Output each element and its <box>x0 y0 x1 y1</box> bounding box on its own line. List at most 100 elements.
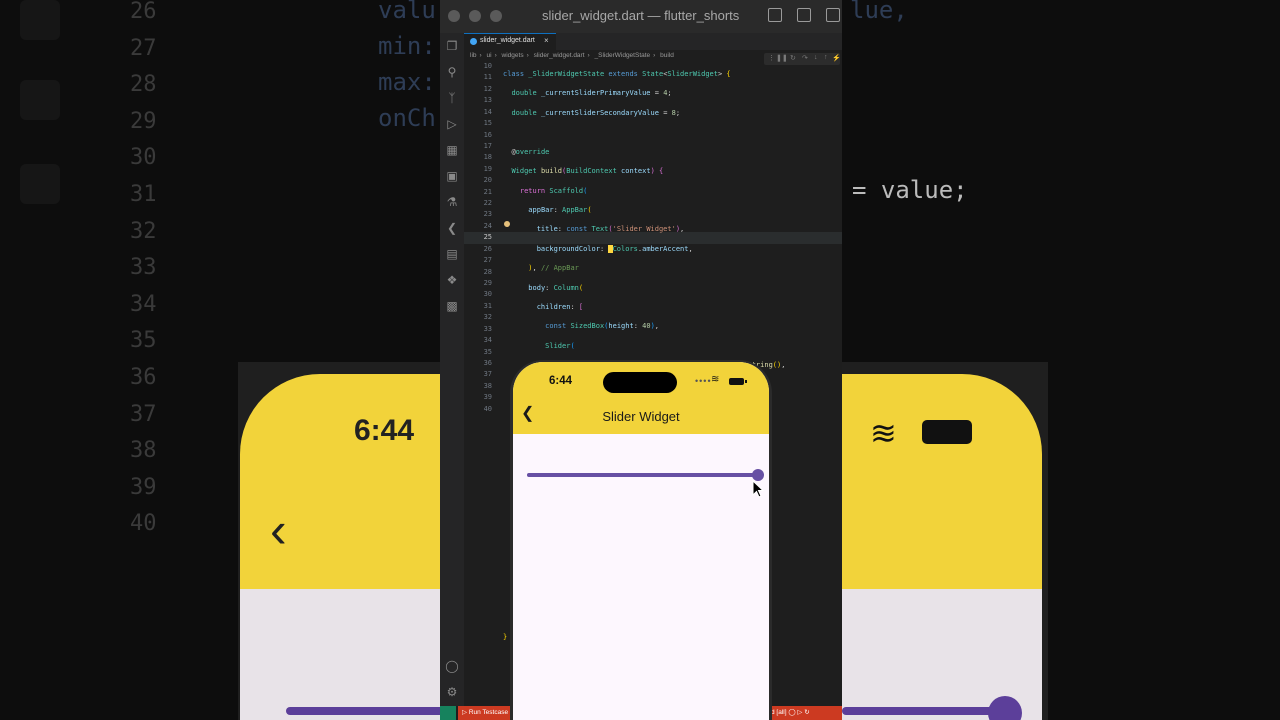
close-tab-icon[interactable]: × <box>544 36 549 45</box>
line-number: 40 <box>483 404 492 413</box>
background-line-number: 37 <box>130 401 157 427</box>
background-icon <box>20 0 60 40</box>
extensions-icon[interactable]: ▦ <box>445 143 459 157</box>
line-number-gutter: 10 11 12 13 14 15 16 17 18 19 20 21 22 23 24 25 26 27 28 29… <box>464 61 492 415</box>
background-line-number: 29 <box>130 108 157 134</box>
background-wifi-icon: ≋ <box>870 415 897 451</box>
editor-tab-bar: slider_widget.dart × <box>464 33 842 50</box>
line-number: 20 <box>483 176 492 185</box>
breadcrumb-separator: › <box>526 52 529 59</box>
background-line-number: 40 <box>130 511 157 537</box>
line-number: 18 <box>483 153 492 162</box>
account-icon[interactable]: ◯ <box>445 659 459 673</box>
wifi-icon: ≋ <box>711 374 720 385</box>
line-number: 24 <box>483 221 492 230</box>
line-number: 10 <box>483 62 492 70</box>
battery-icon <box>729 378 744 385</box>
toggle-sidebar-icon[interactable] <box>768 8 782 22</box>
tab-slider-widget[interactable]: slider_widget.dart × <box>464 33 556 50</box>
toggle-panel-icon[interactable] <box>797 8 811 22</box>
phone-screen: 6:44 •••• ≋ ❮ Slider Widget <box>513 362 769 720</box>
line-number: 15 <box>483 119 492 128</box>
background-line-number: 26 <box>130 0 157 24</box>
breadcrumb-item[interactable]: lib <box>470 52 477 59</box>
background-icon <box>20 164 60 204</box>
line-number: 12 <box>483 84 492 93</box>
dart-file-icon <box>470 38 477 45</box>
run-debug-icon[interactable]: ▷ <box>445 117 459 131</box>
background-code-fragment: min: <box>378 32 436 60</box>
activity-bar: ❐ ⚲ ᛉ ▷ ▦ ▣ ⚗ ❮ ▤ ❖ ▩ ◯ ⚙ <box>440 33 464 720</box>
step-into-icon[interactable]: ↓ <box>814 54 818 61</box>
line-number: 14 <box>483 107 492 116</box>
line-number: 28 <box>483 267 492 276</box>
outline-icon[interactable]: ▩ <box>445 299 459 313</box>
flutter-icon[interactable]: ❖ <box>445 273 459 287</box>
background-line-number: 35 <box>130 328 157 354</box>
settings-gear-icon[interactable]: ⚙ <box>445 685 459 699</box>
background-line-number: 31 <box>130 181 157 207</box>
tab-label: slider_widget.dart <box>480 37 535 44</box>
breadcrumb-item[interactable]: build <box>660 52 674 59</box>
title-bar: slider_widget.dart — flutter_shorts <box>440 0 842 33</box>
slider-active-track <box>527 473 758 477</box>
breadcrumb-item[interactable]: widgets <box>502 52 524 59</box>
battery-tip <box>745 380 747 383</box>
maximize-window-button[interactable] <box>490 10 502 22</box>
line-number: 33 <box>483 324 492 333</box>
slider[interactable] <box>527 466 764 486</box>
line-number: 16 <box>483 130 492 139</box>
background-code-fragment: max: <box>378 68 436 96</box>
minimize-window-button[interactable] <box>469 10 481 22</box>
line-number: 13 <box>483 96 492 105</box>
line-number: 36 <box>483 358 492 367</box>
explorer-icon[interactable]: ❐ <box>445 39 459 53</box>
line-number: 39 <box>483 393 492 402</box>
line-number: 32 <box>483 313 492 322</box>
breadcrumb-separator: › <box>479 52 482 59</box>
line-number: 35 <box>483 347 492 356</box>
breadcrumb-separator: › <box>587 52 590 59</box>
run-testcase-button[interactable]: ▷ Run Testcase <box>458 706 513 720</box>
background-code-fragment: = value; <box>852 176 968 204</box>
app-bar: 6:44 •••• ≋ ❮ Slider Widget <box>513 362 769 434</box>
step-out-icon[interactable]: ↑ <box>824 54 828 61</box>
source-control-icon[interactable]: ᛉ <box>445 91 459 105</box>
search-icon[interactable]: ⚲ <box>445 65 459 79</box>
code-editor[interactable]: 10 11 12 13 14 15 16 17 18 19 20 21 22 23 24 25 26 27 28 29… <box>464 61 842 641</box>
breadcrumb-item[interactable]: slider_widget.dart <box>534 52 585 59</box>
background-slider <box>286 707 461 715</box>
run-testcase-label: Run Testcase <box>468 709 509 716</box>
line-number: 22 <box>483 199 492 208</box>
charts-icon[interactable]: ▤ <box>445 247 459 261</box>
status-bar-right[interactable]: d [all] ◯ ▷ ↻ <box>768 706 842 720</box>
app-title: Slider Widget <box>602 409 680 424</box>
breadcrumb-item[interactable]: _SliderWidgetState <box>595 52 651 59</box>
line-number: 31 <box>483 301 492 310</box>
toggle-secondary-sidebar-icon[interactable] <box>826 8 840 22</box>
signal-dots-icon: •••• <box>695 376 712 386</box>
window-title: slider_widget.dart — flutter_shorts <box>542 8 740 23</box>
background-line-number: 30 <box>130 145 157 171</box>
background-line-number: 39 <box>130 474 157 500</box>
line-number: 25 <box>483 233 492 242</box>
line-number: 17 <box>483 141 492 150</box>
breadcrumb-separator: › <box>494 52 497 59</box>
breadcrumb-separator: › <box>653 52 656 59</box>
line-number: 27 <box>483 256 492 265</box>
background-battery-icon <box>922 420 972 444</box>
close-window-button[interactable] <box>448 10 460 22</box>
testing-icon[interactable]: ⚗ <box>445 195 459 209</box>
mouse-cursor-icon <box>752 480 764 498</box>
breadcrumb-item[interactable]: ui <box>487 52 492 59</box>
git-lens-icon[interactable]: ❮ <box>445 221 459 235</box>
remote-indicator[interactable] <box>440 706 456 720</box>
background-appbar <box>842 374 1042 589</box>
background-back-icon: ‹ <box>270 502 287 558</box>
line-number: 11 <box>483 73 492 82</box>
background-line-number: 38 <box>130 438 157 464</box>
remote-explorer-icon[interactable]: ▣ <box>445 169 459 183</box>
background-icon <box>20 80 60 120</box>
status-time: 6:44 <box>549 375 573 387</box>
background-line-number: 34 <box>130 291 157 317</box>
